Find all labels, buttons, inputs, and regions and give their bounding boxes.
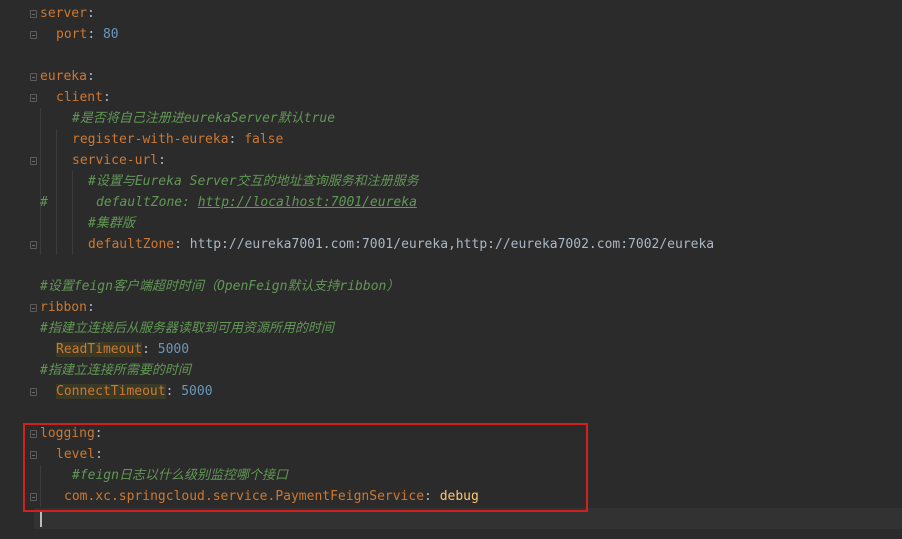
code-line: server: [40, 6, 95, 21]
code-line: ribbon: [40, 300, 95, 315]
code-line: service-url: [72, 153, 166, 168]
code-editor[interactable]: server: port: 80 eureka: client: #是否将自己注… [0, 0, 902, 539]
fold-toggle-icon[interactable] [30, 388, 37, 396]
highlight-annotation-box [23, 423, 588, 512]
code-comment: #集群版 [88, 216, 135, 231]
code-comment: # [40, 195, 48, 210]
indent-guide [72, 171, 73, 255]
text-caret [40, 511, 42, 527]
fold-toggle-icon[interactable] [30, 73, 37, 81]
code-comment: #设置与Eureka Server交互的地址查询服务和注册服务 [88, 174, 419, 189]
code-comment: #是否将自己注册进eurekaServer默认true [72, 111, 336, 126]
code-line: client: [56, 90, 111, 105]
code-line: register-with-eureka: false [72, 132, 284, 147]
fold-toggle-icon[interactable] [30, 94, 37, 102]
fold-toggle-icon[interactable] [30, 241, 37, 249]
code-comment: #指建立连接所需要的时间 [40, 363, 191, 378]
fold-toggle-icon[interactable] [30, 304, 37, 312]
url-link[interactable]: http://localhost:7001/eureka [198, 195, 417, 210]
fold-toggle-icon[interactable] [30, 31, 37, 39]
code-comment: #设置feign客户端超时时间（OpenFeign默认支持ribbon） [40, 279, 400, 294]
code-line: port: 80 [56, 27, 119, 42]
code-line: eureka: [40, 69, 95, 84]
code-comment: #指建立连接后从服务器读取到可用资源所用的时间 [40, 321, 334, 336]
indent-guide [40, 108, 41, 255]
code-line: ReadTimeout: 5000 [56, 342, 190, 357]
indent-guide [56, 129, 57, 255]
code-line: ConnectTimeout: 5000 [56, 384, 213, 399]
code-line: defaultZone: http://eureka7001.com:7001/… [88, 237, 715, 252]
commented-line: defaultZone: http://localhost:7001/eurek… [96, 195, 417, 210]
fold-toggle-icon[interactable] [30, 157, 37, 165]
fold-toggle-icon[interactable] [30, 10, 37, 18]
